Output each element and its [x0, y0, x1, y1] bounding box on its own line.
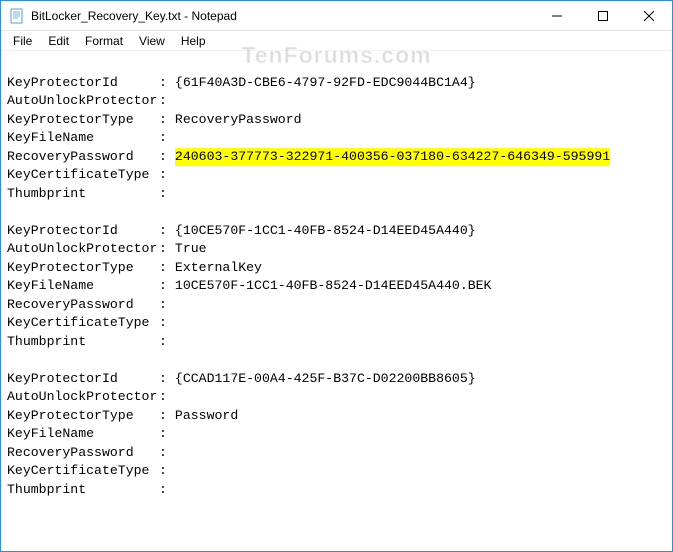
field-separator: : — [159, 111, 167, 130]
minimize-button[interactable] — [534, 1, 580, 30]
text-line: KeyFileName: — [7, 425, 666, 444]
text-line: KeyCertificateType: — [7, 314, 666, 333]
field-label: AutoUnlockProtector — [7, 388, 159, 407]
field-value: {10CE570F-1CC1-40FB-8524-D14EED45A440} — [175, 222, 476, 241]
field-separator: : — [159, 259, 167, 278]
text-line: KeyProtectorId: {10CE570F-1CC1-40FB-8524-… — [7, 222, 666, 241]
field-label: Thumbprint — [7, 185, 159, 204]
field-separator: : — [159, 314, 167, 333]
text-line: AutoUnlockProtector: — [7, 388, 666, 407]
field-label: KeyProtectorType — [7, 259, 159, 278]
text-line: AutoUnlockProtector: — [7, 92, 666, 111]
field-separator: : — [159, 296, 167, 315]
text-line: KeyFileName:10CE570F-1CC1-40FB-8524-D14E… — [7, 277, 666, 296]
text-line: KeyProtectorId: {61F40A3D-CBE6-4797-92FD-… — [7, 74, 666, 93]
field-separator: : — [159, 148, 167, 167]
field-label: Thumbprint — [7, 481, 159, 500]
field-label: KeyProtectorType — [7, 111, 159, 130]
field-separator: : — [159, 277, 167, 296]
field-label: KeyFileName — [7, 129, 159, 148]
field-label: Thumbprint — [7, 333, 159, 352]
field-label: RecoveryPassword — [7, 296, 159, 315]
field-label: KeyCertificateType — [7, 462, 159, 481]
titlebar: BitLocker_Recovery_Key.txt - Notepad — [1, 1, 672, 31]
field-separator: : — [159, 425, 167, 444]
text-line: AutoUnlockProtector: True — [7, 240, 666, 259]
text-line: RecoveryPassword: — [7, 296, 666, 315]
close-button[interactable] — [626, 1, 672, 30]
text-line: RecoveryPassword:240603-377773-322971-40… — [7, 148, 666, 167]
field-value-highlighted: 240603-377773-322971-400356-037180-63422… — [175, 148, 610, 167]
field-separator: : — [159, 129, 167, 148]
field-label: KeyProtectorId — [7, 370, 159, 389]
field-label: KeyFileName — [7, 277, 159, 296]
window-title: BitLocker_Recovery_Key.txt - Notepad — [31, 9, 534, 23]
text-line: KeyCertificateType: — [7, 166, 666, 185]
text-area[interactable]: KeyProtectorId: {61F40A3D-CBE6-4797-92FD-… — [1, 51, 672, 551]
field-label: KeyCertificateType — [7, 166, 159, 185]
field-label: AutoUnlockProtector — [7, 92, 159, 111]
field-value: ExternalKey — [175, 259, 262, 278]
field-separator: : — [159, 481, 167, 500]
text-line: KeyProtectorType: RecoveryPassword — [7, 111, 666, 130]
field-label: KeyCertificateType — [7, 314, 159, 333]
text-line: KeyFileName: — [7, 129, 666, 148]
field-label: AutoUnlockProtector — [7, 240, 159, 259]
field-label: KeyFileName — [7, 425, 159, 444]
field-separator: : — [159, 92, 167, 111]
menubar: File Edit Format View Help — [1, 31, 672, 51]
menu-format[interactable]: Format — [77, 33, 131, 49]
field-label: RecoveryPassword — [7, 148, 159, 167]
text-line: RecoveryPassword: — [7, 444, 666, 463]
field-label: KeyProtectorType — [7, 407, 159, 426]
field-label: KeyProtectorId — [7, 74, 159, 93]
field-separator: : — [159, 388, 167, 407]
text-line: Thumbprint: — [7, 333, 666, 352]
field-separator: : — [159, 185, 167, 204]
field-separator: : — [159, 407, 167, 426]
field-value: 10CE570F-1CC1-40FB-8524-D14EED45A440.BEK — [175, 277, 492, 296]
text-line: KeyProtectorType: ExternalKey — [7, 259, 666, 278]
field-value: {CCAD117E-00A4-425F-B37C-D02200BB8605} — [175, 370, 476, 389]
text-line: KeyProtectorId: {CCAD117E-00A4-425F-B37C-… — [7, 370, 666, 389]
field-separator: : — [159, 240, 167, 259]
field-separator: : — [159, 444, 167, 463]
notepad-icon — [9, 8, 25, 24]
field-separator: : — [159, 74, 167, 93]
field-value: RecoveryPassword — [175, 111, 302, 130]
maximize-button[interactable] — [580, 1, 626, 30]
field-separator: : — [159, 370, 167, 389]
field-separator: : — [159, 333, 167, 352]
field-label: KeyProtectorId — [7, 222, 159, 241]
field-value: {61F40A3D-CBE6-4797-92FD-EDC9044BC1A4} — [175, 74, 476, 93]
menu-view[interactable]: View — [131, 33, 173, 49]
text-line: KeyCertificateType: — [7, 462, 666, 481]
field-separator: : — [159, 166, 167, 185]
text-line: Thumbprint: — [7, 481, 666, 500]
menu-edit[interactable]: Edit — [40, 33, 77, 49]
field-separator: : — [159, 462, 167, 481]
menu-help[interactable]: Help — [173, 33, 214, 49]
window-controls — [534, 1, 672, 30]
field-label: RecoveryPassword — [7, 444, 159, 463]
text-line: Thumbprint: — [7, 185, 666, 204]
text-line: KeyProtectorType: Password — [7, 407, 666, 426]
field-separator: : — [159, 222, 167, 241]
field-value: Password — [175, 407, 238, 426]
menu-file[interactable]: File — [5, 33, 40, 49]
field-value: True — [175, 240, 207, 259]
